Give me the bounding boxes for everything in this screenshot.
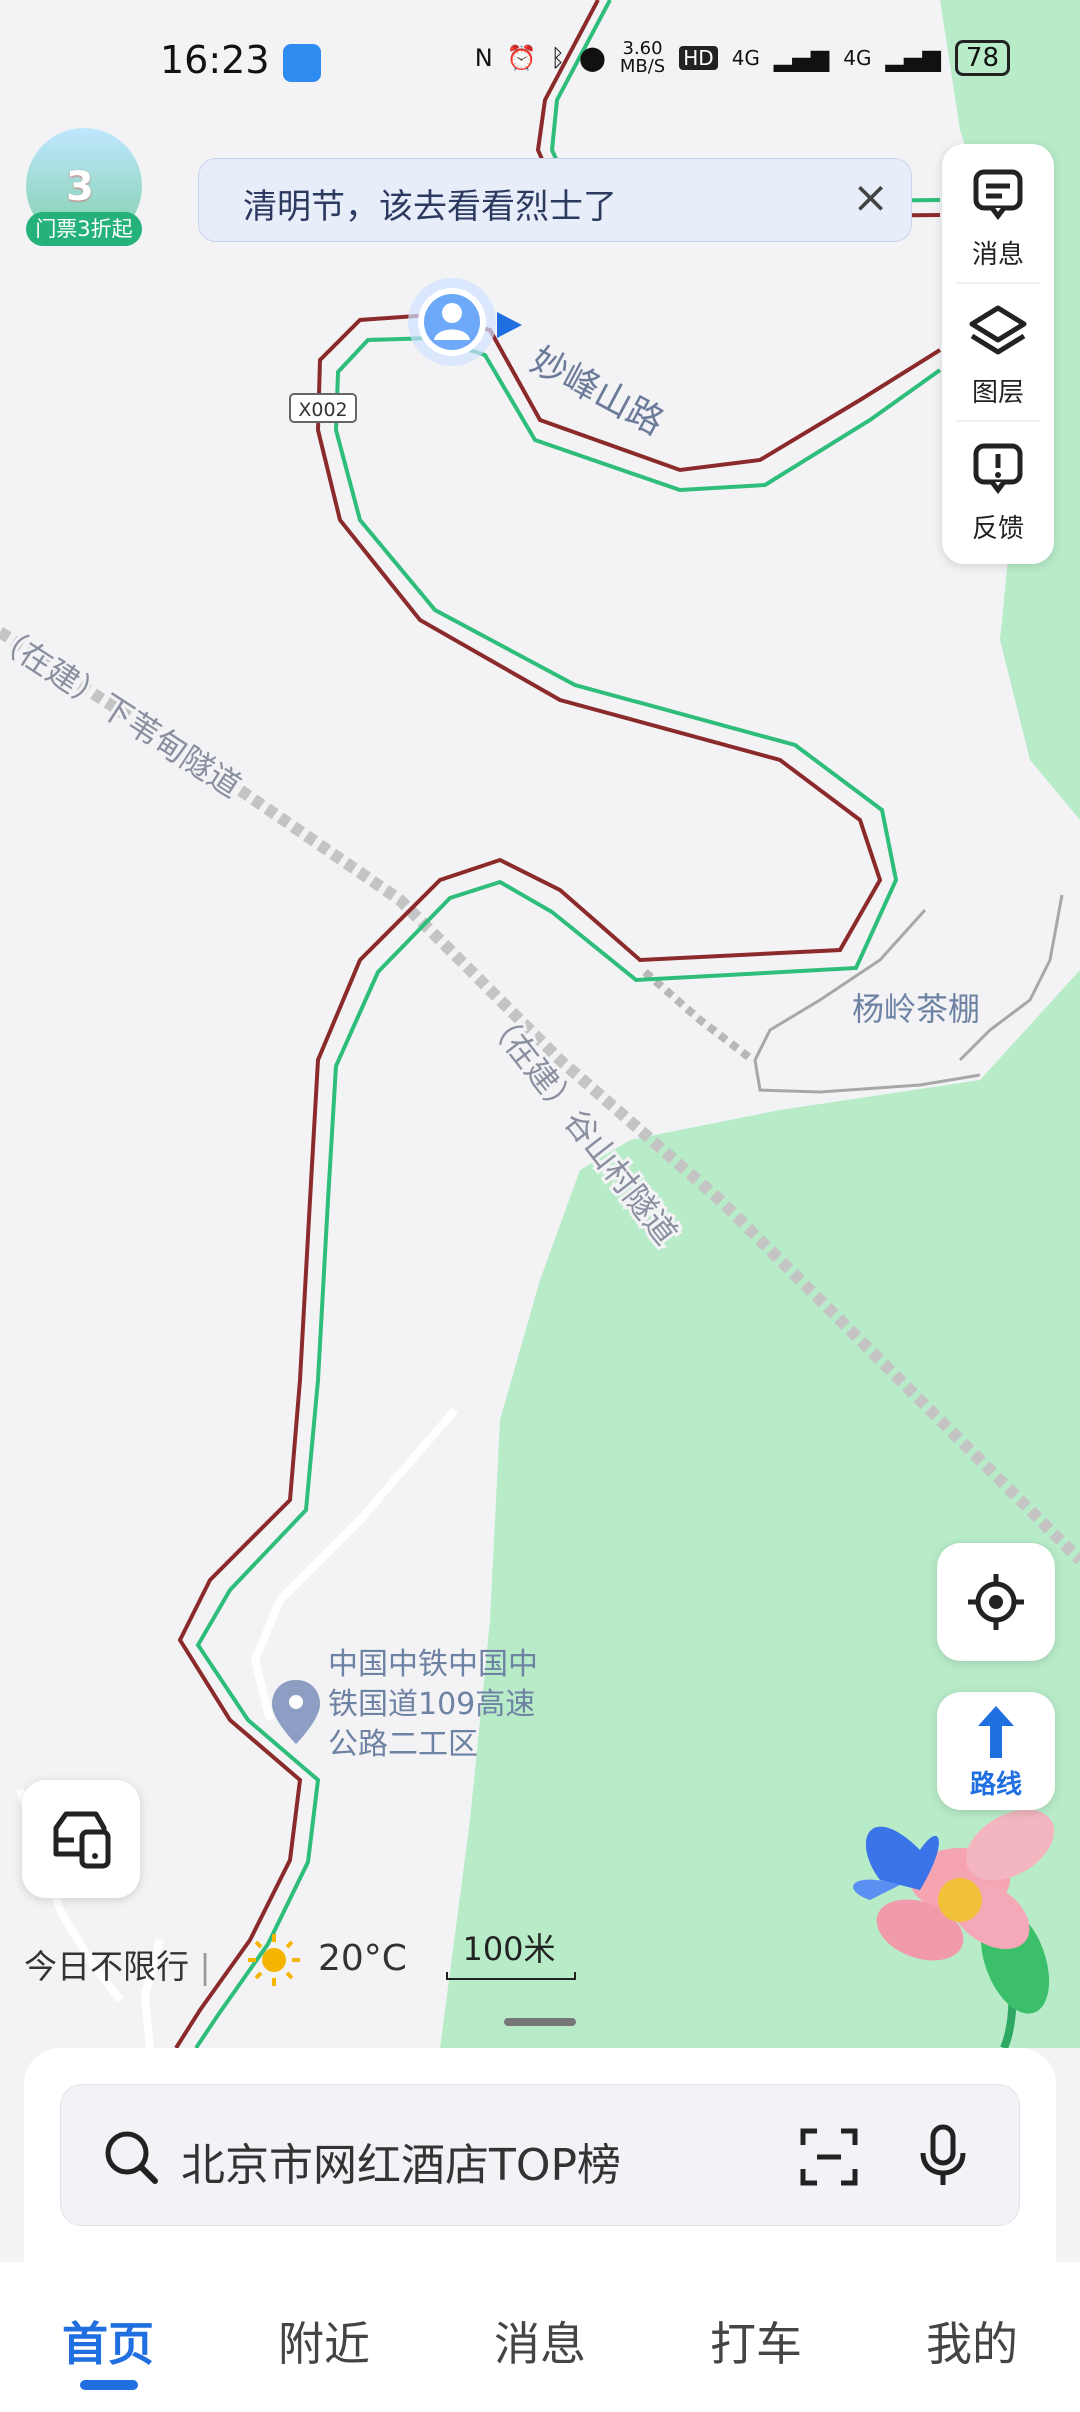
layers-tool-label: 图层 — [971, 378, 1024, 408]
tab-active-indicator — [80, 2380, 138, 2390]
feedback-icon — [973, 443, 1023, 495]
tab-taxi[interactable]: 打车 — [686, 2308, 826, 2374]
restriction-text[interactable]: 今日不限行 | — [24, 1940, 211, 1988]
sun-icon — [248, 1934, 300, 1986]
poi-label-line-3[interactable]: 公路二工区 — [328, 1727, 478, 1762]
message-tool-button[interactable]: 消息 — [942, 154, 1054, 284]
android-app-icon — [283, 44, 321, 82]
signal-1-label: 4G — [731, 46, 760, 70]
locate-button[interactable] — [937, 1543, 1055, 1661]
notice-banner[interactable]: 清明节，该去看看烈士了 × — [198, 158, 912, 242]
message-tool-label: 消息 — [971, 240, 1024, 270]
user-location-avatar[interactable] — [408, 278, 496, 366]
temperature-label: 20°C — [318, 1938, 407, 1979]
layers-tool-button[interactable]: 图层 — [942, 292, 1054, 422]
hd-badge: HD — [679, 46, 718, 70]
promo-number: 3 — [66, 164, 94, 210]
map-scale-label: 100米 — [462, 1930, 556, 1968]
route-button[interactable]: 路线 — [937, 1692, 1055, 1810]
route-arrow-icon — [978, 1706, 1014, 1758]
location-icon: ⬤ — [579, 44, 606, 72]
place-label[interactable]: 杨岭茶棚 — [852, 990, 980, 1028]
search-icon — [105, 2131, 158, 2184]
nfc-icon: N — [474, 44, 493, 72]
ticket-promo-badge[interactable]: 3 门票3折起 — [26, 128, 142, 246]
search-input[interactable]: 北京市网红酒店TOP榜 — [181, 2129, 621, 2193]
tab-home[interactable]: 首页 — [38, 2308, 178, 2374]
road-shield-label: X002 — [298, 399, 347, 421]
poi-label-line-1[interactable]: 中国中铁中国中 — [328, 1647, 538, 1682]
tab-messages[interactable]: 消息 — [470, 2308, 610, 2374]
map-scale-line — [446, 1972, 576, 1980]
feedback-tool-label: 反馈 — [971, 514, 1024, 544]
tab-nearby[interactable]: 附近 — [254, 2308, 394, 2374]
signal-2-label: 4G — [843, 46, 872, 70]
promo-label: 门票3折起 — [26, 212, 142, 246]
search-bar[interactable]: 北京市网红酒店TOP榜 — [60, 2084, 1020, 2226]
poi-label-line-2[interactable]: 铁国道109高速 — [328, 1687, 535, 1722]
bluetooth-icon: ᛒ — [550, 44, 565, 72]
vehicle-restriction-button[interactable] — [22, 1780, 140, 1898]
signal-bars-1-icon: ▂▄▆ — [773, 44, 830, 72]
notice-banner-text[interactable]: 清明节，该去看看烈士了 — [243, 179, 617, 228]
sheet-drag-handle[interactable] — [504, 2018, 576, 2026]
status-time: 16:23 — [160, 38, 270, 82]
side-tool-panel: 消息 图层 反馈 — [942, 144, 1054, 564]
status-bar: 16:23 N ⏰ ᛒ ⬤ 3.60 MB/S HD 4G ▂▄▆ 4G ▂▄▆… — [0, 0, 1080, 120]
microphone-icon[interactable] — [915, 2123, 971, 2189]
divider: | — [199, 1947, 211, 1986]
alarm-icon: ⏰ — [506, 44, 537, 72]
crosshair-icon — [968, 1574, 1024, 1630]
bottom-tab-bar: 首页 附近 消息 打车 我的 — [0, 2262, 1080, 2412]
network-speed: 3.60 MB/S — [620, 40, 665, 76]
restriction-label: 今日不限行 — [24, 1947, 189, 1986]
map-scale-bar: 100米 — [444, 1924, 576, 1980]
close-icon[interactable]: × — [852, 173, 889, 223]
route-label: 路线 — [969, 1770, 1022, 1800]
tab-profile[interactable]: 我的 — [902, 2308, 1042, 2374]
car-icon — [53, 1811, 111, 1869]
feedback-tool-button[interactable]: 反馈 — [942, 428, 1054, 558]
network-speed-unit: MB/S — [619, 56, 666, 77]
scan-icon[interactable] — [797, 2125, 861, 2189]
layers-icon — [969, 305, 1027, 355]
status-icons: N ⏰ ᛒ ⬤ 3.60 MB/S HD 4G ▂▄▆ 4G ▂▄▆ 78 — [475, 40, 1010, 76]
message-icon — [973, 169, 1023, 221]
battery-indicator: 78 — [954, 40, 1010, 76]
signal-bars-2-icon: ▂▄▆ — [885, 44, 941, 72]
